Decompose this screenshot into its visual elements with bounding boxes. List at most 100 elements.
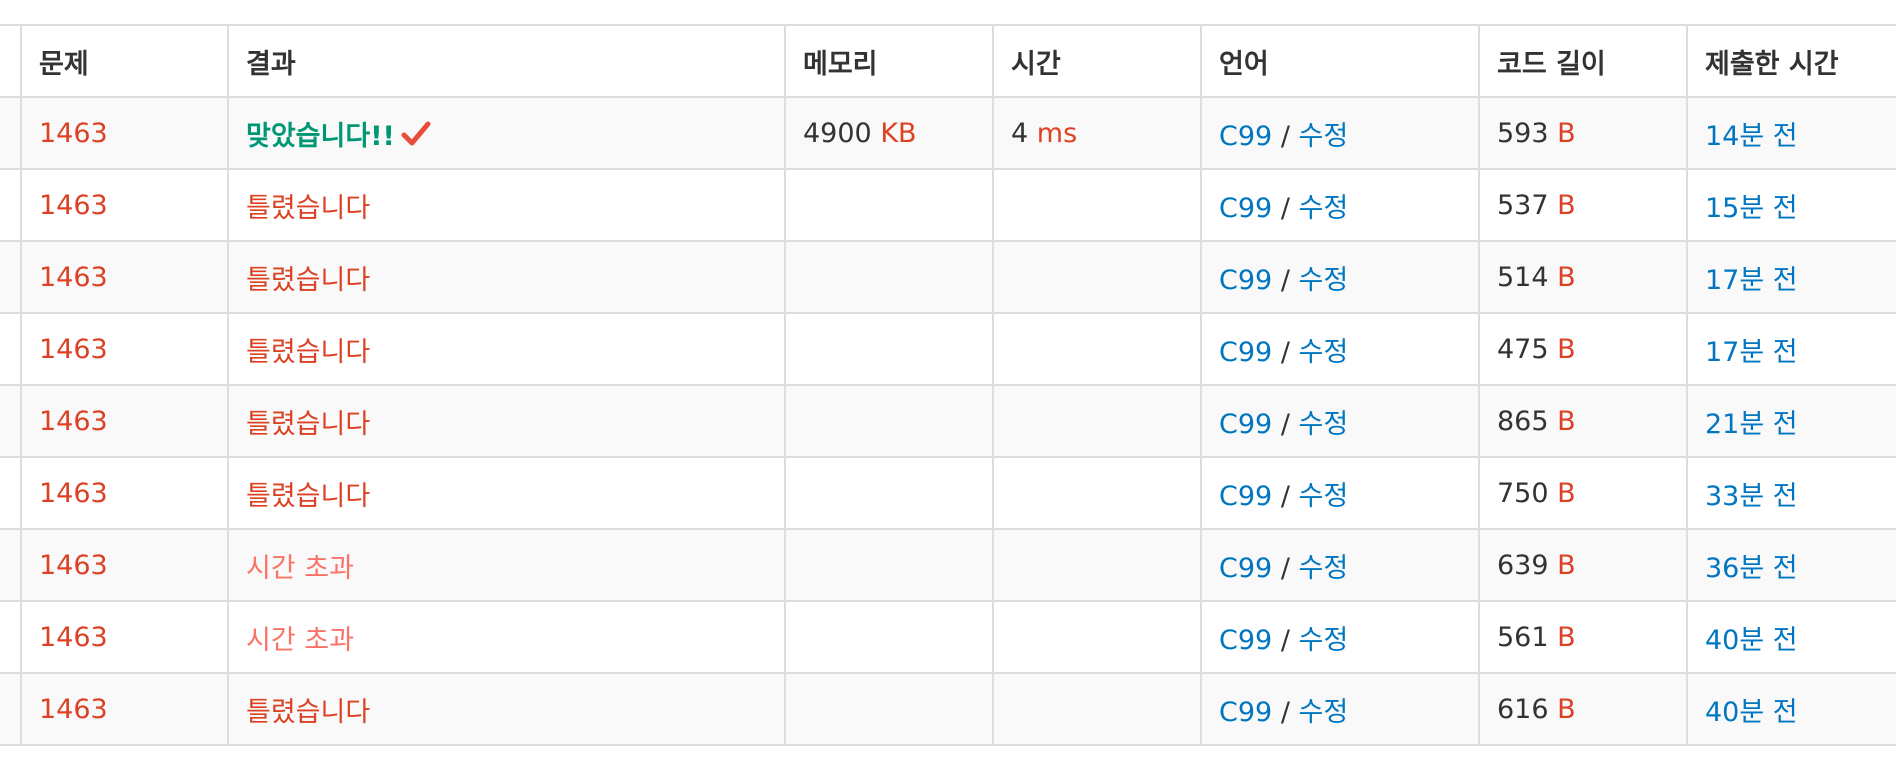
separator: / <box>1280 408 1290 440</box>
result-text: 맞았습니다!! <box>246 120 395 152</box>
language-link[interactable]: C99 <box>1219 553 1272 584</box>
separator: / <box>1280 192 1290 224</box>
edit-link[interactable]: 수정 <box>1299 265 1349 296</box>
code-length-value: 514 <box>1497 261 1549 293</box>
header-submitted-time: 제출한 시간 <box>1686 24 1896 98</box>
problem-link[interactable]: 1463 <box>39 118 108 149</box>
code-length-unit: B <box>1557 189 1576 221</box>
problem-link[interactable]: 1463 <box>39 478 108 509</box>
submitted-time-link[interactable]: 21분 전 <box>1705 409 1798 440</box>
result-cell: 틀렸습니다 <box>227 240 786 314</box>
edit-link[interactable]: 수정 <box>1299 625 1349 656</box>
language-link[interactable]: C99 <box>1219 265 1272 296</box>
code-length-cell: 561 B <box>1478 600 1688 674</box>
time-cell <box>992 384 1202 458</box>
language-link[interactable]: C99 <box>1219 193 1272 224</box>
edit-link[interactable]: 수정 <box>1299 337 1349 368</box>
submission-id-cell <box>0 528 22 602</box>
code-length-unit: B <box>1557 477 1576 509</box>
submitted-time-link[interactable]: 17분 전 <box>1705 337 1798 368</box>
code-length-cell: 616 B <box>1478 672 1688 746</box>
header-result: 결과 <box>227 24 786 98</box>
language-link[interactable]: C99 <box>1219 697 1272 728</box>
code-length-unit: B <box>1557 621 1576 653</box>
separator: / <box>1280 696 1290 728</box>
language-cell: C99 / 수정 <box>1200 456 1480 530</box>
memory-cell <box>784 312 994 386</box>
submission-id-cell <box>0 168 22 242</box>
submitted-time-link[interactable]: 40분 전 <box>1705 697 1798 728</box>
table-row: 1463 틀렸습니다 C99 / 수정 537 B 15분 전 <box>0 168 1896 242</box>
time-cell <box>992 240 1202 314</box>
code-length-value: 475 <box>1497 333 1549 365</box>
submitted-time-link[interactable]: 33분 전 <box>1705 481 1798 512</box>
language-cell: C99 / 수정 <box>1200 96 1480 170</box>
result-text: 틀렸습니다 <box>246 408 371 440</box>
result-text: 틀렸습니다 <box>246 480 371 512</box>
code-length-unit: B <box>1557 261 1576 293</box>
problem-link[interactable]: 1463 <box>39 262 108 293</box>
separator: / <box>1280 480 1290 512</box>
edit-link[interactable]: 수정 <box>1299 553 1349 584</box>
edit-link[interactable]: 수정 <box>1299 481 1349 512</box>
separator: / <box>1280 336 1290 368</box>
problem-cell: 1463 <box>20 312 229 386</box>
submitted-time-link[interactable]: 14분 전 <box>1705 121 1798 152</box>
table-row: 1463 틀렸습니다 C99 / 수정 616 B 40분 전 <box>0 672 1896 746</box>
edit-link[interactable]: 수정 <box>1299 121 1349 152</box>
memory-cell <box>784 168 994 242</box>
language-link[interactable]: C99 <box>1219 481 1272 512</box>
edit-link[interactable]: 수정 <box>1299 697 1349 728</box>
problem-link[interactable]: 1463 <box>39 334 108 365</box>
problem-link[interactable]: 1463 <box>39 622 108 653</box>
time-unit: ms <box>1036 117 1078 149</box>
submitted-time-link[interactable]: 40분 전 <box>1705 625 1798 656</box>
table-row: 1463 시간 초과 C99 / 수정 639 B 36분 전 <box>0 528 1896 602</box>
submitted-time-cell: 33분 전 <box>1686 456 1896 530</box>
code-length-value: 561 <box>1497 621 1549 653</box>
memory-cell <box>784 384 994 458</box>
memory-value: 4900 <box>803 117 872 149</box>
submission-id-cell <box>0 240 22 314</box>
code-length-cell: 865 B <box>1478 384 1688 458</box>
problem-link[interactable]: 1463 <box>39 406 108 437</box>
code-length-unit: B <box>1557 333 1576 365</box>
language-link[interactable]: C99 <box>1219 409 1272 440</box>
result-cell: 틀렸습니다 <box>227 312 786 386</box>
result-cell: 틀렸습니다 <box>227 168 786 242</box>
language-link[interactable]: C99 <box>1219 121 1272 152</box>
status-table-container: 문제 결과 메모리 시간 언어 코드 길이 제출한 시간 1463 맞았습니다!!… <box>0 24 1896 746</box>
code-length-cell: 750 B <box>1478 456 1688 530</box>
submitted-time-cell: 15분 전 <box>1686 168 1896 242</box>
separator: / <box>1280 552 1290 584</box>
language-cell: C99 / 수정 <box>1200 168 1480 242</box>
submission-id-cell <box>0 96 22 170</box>
memory-cell <box>784 672 994 746</box>
edit-link[interactable]: 수정 <box>1299 409 1349 440</box>
submitted-time-cell: 14분 전 <box>1686 96 1896 170</box>
edit-link[interactable]: 수정 <box>1299 193 1349 224</box>
submitted-time-link[interactable]: 17분 전 <box>1705 265 1798 296</box>
result-cell: 틀렸습니다 <box>227 456 786 530</box>
submission-id-cell <box>0 456 22 530</box>
problem-cell: 1463 <box>20 456 229 530</box>
problem-link[interactable]: 1463 <box>39 190 108 221</box>
separator: / <box>1280 264 1290 296</box>
problem-link[interactable]: 1463 <box>39 550 108 581</box>
time-cell <box>992 312 1202 386</box>
submitted-time-cell: 21분 전 <box>1686 384 1896 458</box>
result-text: 틀렸습니다 <box>246 336 371 368</box>
language-link[interactable]: C99 <box>1219 337 1272 368</box>
language-link[interactable]: C99 <box>1219 625 1272 656</box>
time-cell <box>992 600 1202 674</box>
submitted-time-link[interactable]: 36분 전 <box>1705 553 1798 584</box>
problem-link[interactable]: 1463 <box>39 694 108 725</box>
time-value: 4 <box>1011 117 1029 149</box>
memory-cell: 4900 KB <box>784 96 994 170</box>
header-id <box>0 24 22 98</box>
table-row: 1463 틀렸습니다 C99 / 수정 514 B 17분 전 <box>0 240 1896 314</box>
language-cell: C99 / 수정 <box>1200 600 1480 674</box>
submitted-time-link[interactable]: 15분 전 <box>1705 193 1798 224</box>
problem-cell: 1463 <box>20 528 229 602</box>
result-text: 틀렸습니다 <box>246 696 371 728</box>
